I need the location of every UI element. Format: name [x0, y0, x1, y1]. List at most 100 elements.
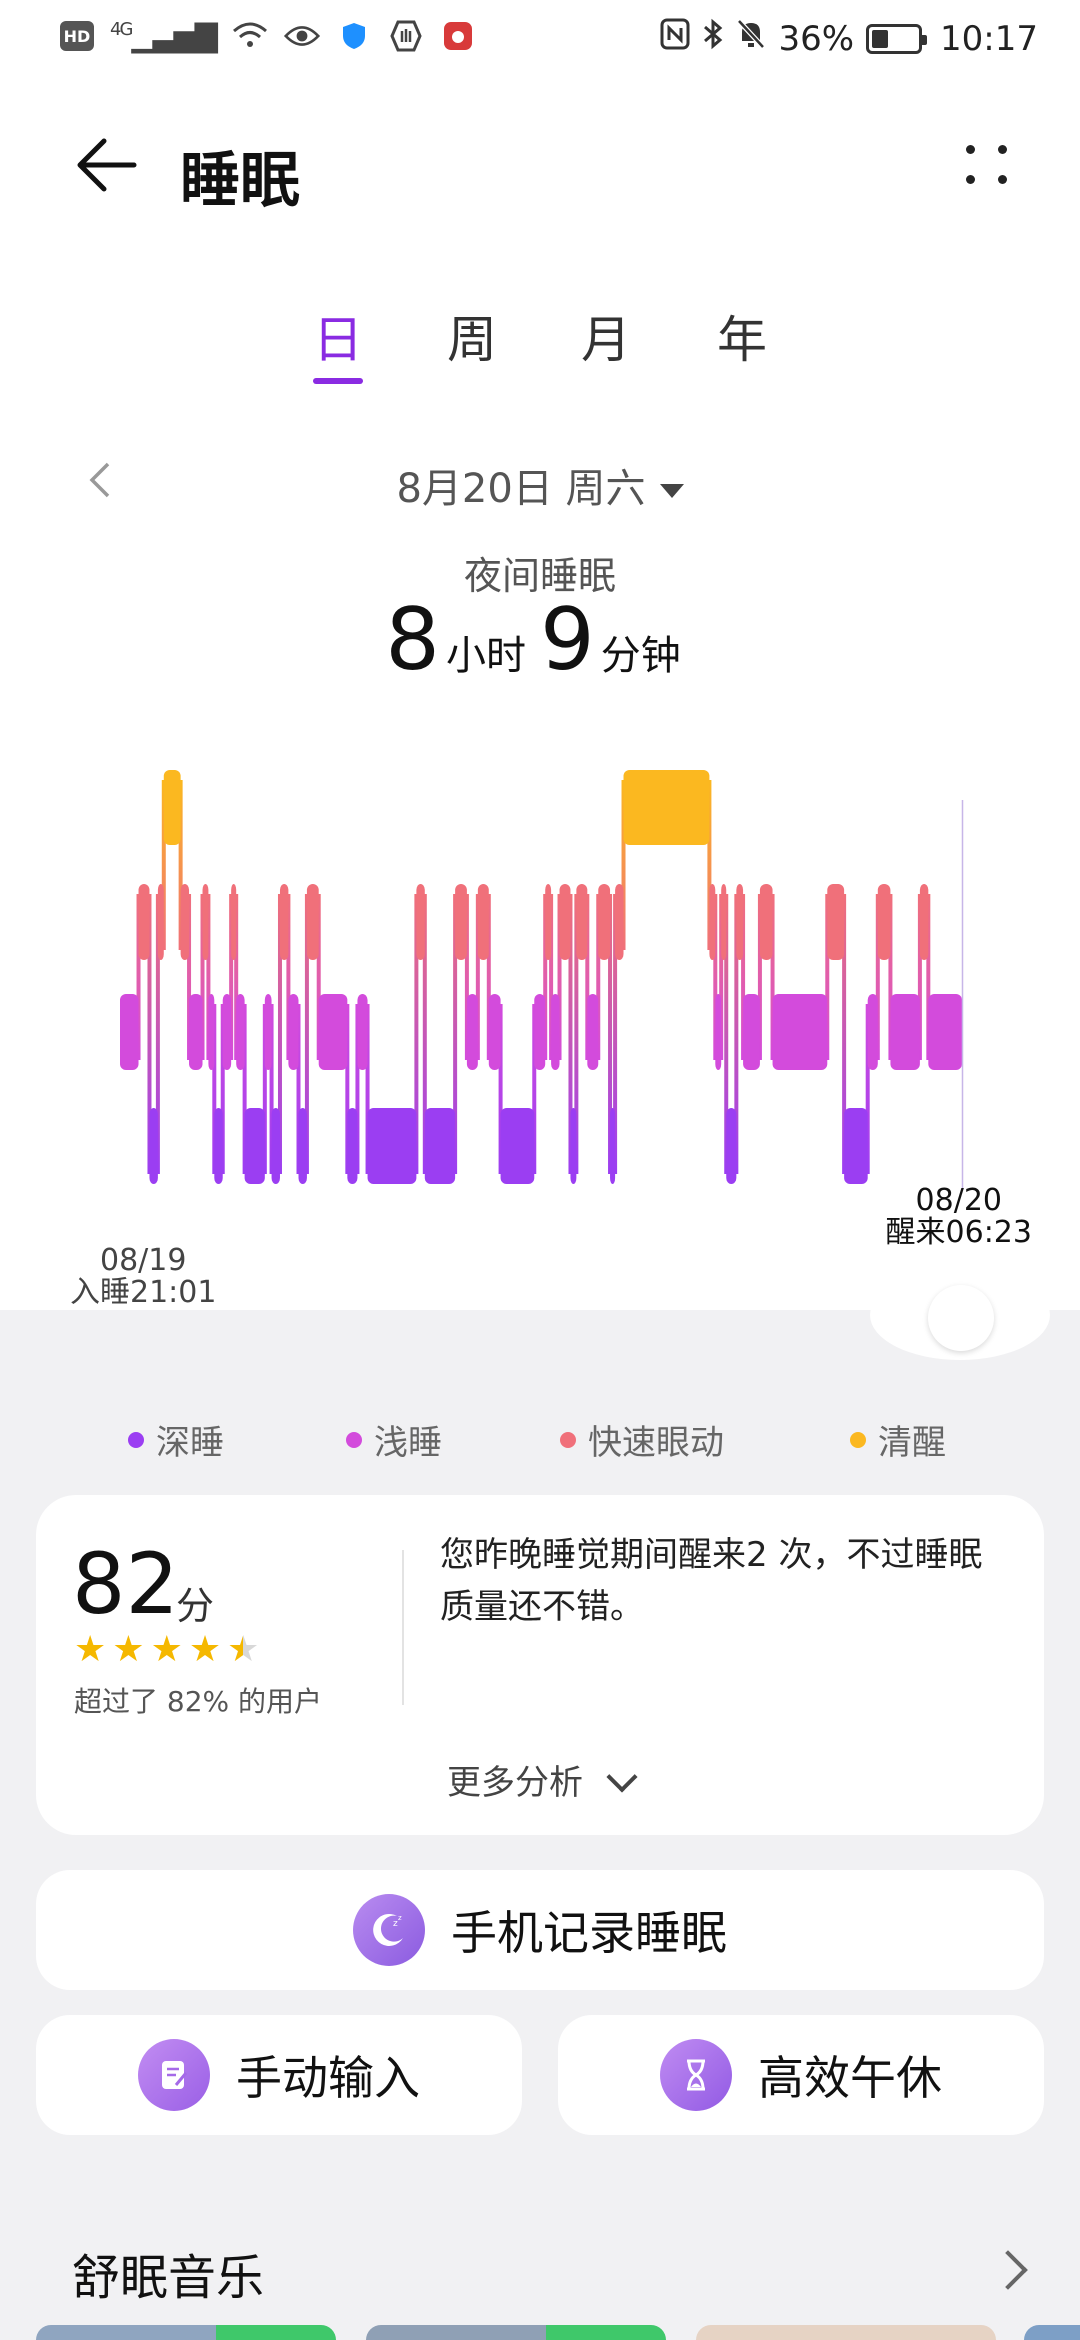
stage-block	[318, 994, 348, 1070]
stage-block	[534, 994, 546, 1070]
stage-block	[890, 994, 920, 1070]
more-button[interactable]	[960, 135, 1020, 195]
stage-block	[306, 884, 319, 960]
app-header: 睡眠	[0, 80, 1080, 250]
stage-block	[120, 994, 139, 1070]
tab-month[interactable]: 月	[566, 300, 646, 372]
star-icon: ★	[150, 1629, 183, 1670]
stage-block	[576, 884, 588, 960]
legend-label: 浅睡	[374, 1423, 442, 1463]
stage-block	[500, 1108, 535, 1184]
music-thumbnail[interactable]	[1024, 2325, 1080, 2340]
divider	[402, 1550, 404, 1705]
stage-block	[357, 994, 368, 1070]
stage-block	[743, 994, 760, 1070]
shield-icon	[336, 18, 372, 54]
stage-block	[598, 884, 611, 960]
chart-scrubber-handle[interactable]	[928, 1285, 994, 1351]
more-analysis-label: 更多分析	[447, 1763, 583, 1803]
stage-block	[189, 994, 203, 1070]
stage-legend: 深睡 浅睡 快速眼动 清醒	[0, 1415, 1080, 1465]
tab-week[interactable]: 周	[432, 300, 512, 372]
stage-block	[231, 884, 237, 960]
music-carousel	[0, 2325, 1080, 2340]
stage-block	[587, 994, 599, 1070]
network-type: 4G	[110, 18, 133, 40]
stage-block	[271, 1108, 280, 1184]
star-icon: ★	[188, 1629, 222, 1670]
stage-block	[163, 770, 181, 845]
stage-block	[416, 884, 425, 960]
tab-day[interactable]: 日	[298, 300, 378, 372]
stage-block	[610, 1108, 616, 1184]
wake-time: 08/20 醒来06:23	[886, 1185, 1032, 1249]
stage-block	[138, 884, 150, 960]
edit-note-icon	[138, 2039, 210, 2111]
star-icon: ★	[74, 1629, 107, 1670]
stage-block	[623, 770, 710, 845]
tab-year[interactable]: 年	[702, 300, 782, 372]
hand-icon	[388, 18, 424, 54]
tab-underline	[313, 378, 363, 384]
back-arrow-icon	[77, 138, 137, 192]
score-value: 82	[72, 1535, 179, 1633]
stage-block	[157, 884, 164, 960]
stage-block	[772, 994, 828, 1070]
nfc-icon	[660, 18, 690, 59]
manual-input-label: 手动输入	[236, 2051, 420, 2105]
sleep-stage-chart[interactable]: 08/19 入睡21:01 08/20 醒来06:23	[0, 750, 1080, 1310]
music-thumbnail[interactable]	[36, 2325, 336, 2340]
stage-block	[570, 1108, 577, 1184]
chevron-down-icon	[606, 1761, 638, 1793]
score-unit: 分	[176, 1584, 215, 1628]
music-thumbnail[interactable]	[696, 2325, 996, 2340]
stage-block	[222, 994, 232, 1070]
caret-down-icon	[659, 484, 684, 498]
date-selector[interactable]: 8月20日 周六	[0, 456, 1080, 514]
app-notification-icon	[440, 18, 476, 54]
mute-bell-icon	[736, 18, 766, 59]
stage-block	[721, 884, 727, 960]
duration-minutes-unit: 分钟	[600, 633, 681, 679]
legend-awake: 清醒	[850, 1415, 946, 1464]
start-label: 入睡21:01	[70, 1275, 217, 1310]
stage-block	[264, 994, 272, 1070]
stage-block	[715, 994, 722, 1070]
legend-dot	[560, 1431, 576, 1448]
back-button[interactable]	[72, 130, 142, 200]
stage-block	[877, 884, 891, 960]
legend-dot	[850, 1431, 866, 1448]
more-analysis-button[interactable]: 更多分析	[36, 1755, 1044, 1804]
stage-block	[298, 1108, 307, 1184]
start-date: 08/19	[100, 1243, 187, 1278]
clock: 10:17	[940, 18, 1038, 59]
music-thumbnail[interactable]	[366, 2325, 666, 2340]
hourglass-icon	[660, 2039, 732, 2111]
phone-record-sleep-button[interactable]: zz 手机记录睡眠	[36, 1870, 1044, 1990]
wifi-icon	[232, 18, 268, 54]
battery-icon	[866, 23, 928, 54]
stage-block	[279, 884, 289, 960]
duration-minutes: 9	[540, 590, 595, 690]
battery-percent: 36%	[778, 18, 855, 59]
duration-hours-unit: 小时	[446, 633, 526, 679]
date-text: 8月20日 周六	[396, 466, 646, 512]
phone-record-label: 手机记录睡眠	[451, 1906, 727, 1960]
stage-block	[559, 884, 571, 960]
nap-label: 高效午休	[758, 2051, 942, 2105]
sleep-duration: 8 小时 9 分钟	[0, 590, 1080, 690]
stage-block	[545, 884, 552, 960]
end-date: 08/20	[915, 1183, 1002, 1218]
sleep-chart-svg	[120, 770, 964, 1190]
legend-dot	[346, 1431, 362, 1448]
score-description: 您昨晚睡觉期间醒来2 次，不过睡眠质量还不错。	[440, 1535, 983, 1627]
stage-block	[208, 994, 215, 1070]
stage-block	[214, 1108, 223, 1184]
cellular-signal-icon: 4G▁▃▅▇	[110, 18, 218, 54]
nap-button[interactable]: 高效午休	[558, 2015, 1044, 2135]
stage-block	[244, 1108, 265, 1184]
stage-block	[347, 1108, 358, 1184]
end-label: 醒来06:23	[885, 1215, 1032, 1250]
manual-input-button[interactable]: 手动输入	[36, 2015, 522, 2135]
sleep-music-title: 舒眠音乐	[72, 2250, 265, 2306]
